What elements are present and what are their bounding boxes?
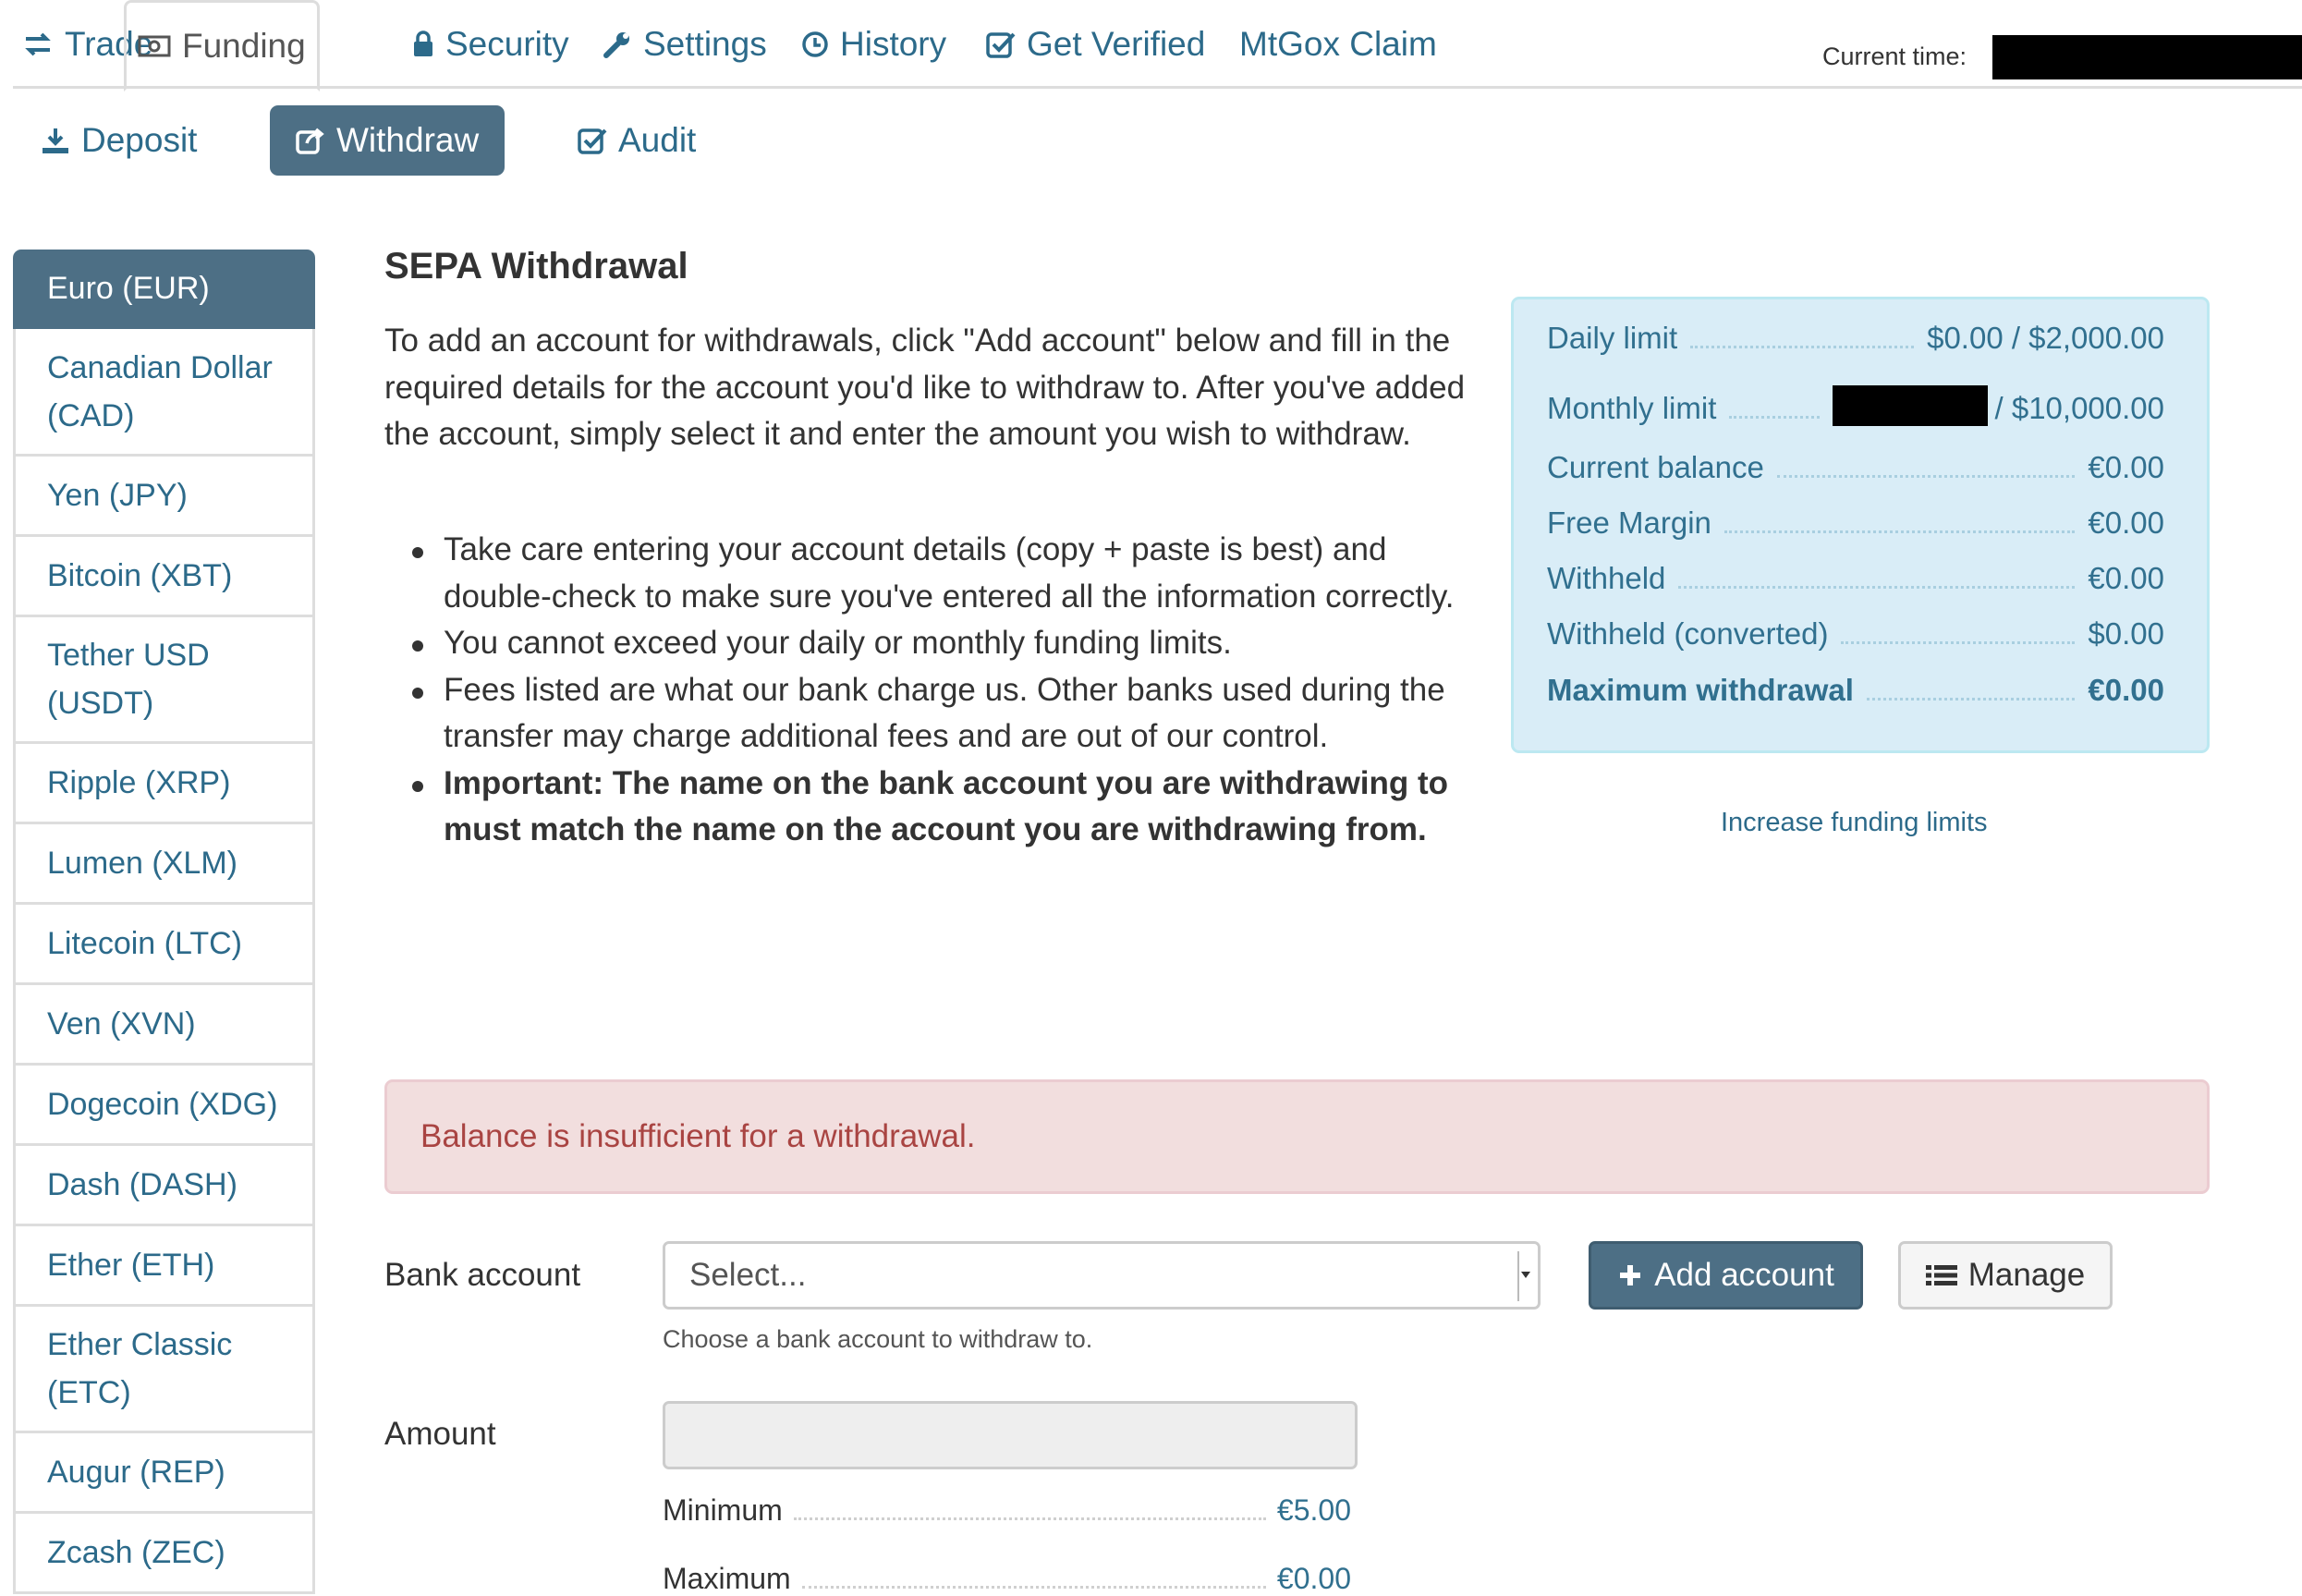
alert-text: Balance is insufficient for a withdrawal…	[420, 1118, 976, 1154]
currency-item-xvn[interactable]: Ven (XVN)	[13, 985, 315, 1066]
tab-get-verified[interactable]: Get Verified	[986, 0, 1205, 89]
clock-icon	[801, 30, 829, 58]
free-margin-row: Free Margin €0.00	[1547, 506, 2164, 540]
insufficient-balance-alert: Balance is insufficient for a withdrawal…	[384, 1079, 2210, 1194]
manage-button[interactable]: Manage	[1898, 1241, 2113, 1310]
check-square-icon	[986, 30, 1016, 58]
page-title: SEPA Withdrawal	[384, 246, 688, 286]
tab-label: Security	[445, 25, 569, 63]
currency-item-dash[interactable]: Dash (DASH)	[13, 1146, 315, 1226]
subnav-label: Audit	[618, 121, 697, 159]
money-icon	[138, 34, 171, 58]
withheld-row: Withheld €0.00	[1547, 561, 2164, 595]
redacted-current-time	[1992, 35, 2302, 79]
list-item: Take care entering your account details …	[412, 527, 1484, 620]
tab-label: MtGox Claim	[1239, 25, 1437, 63]
add-account-button[interactable]: Add account	[1589, 1241, 1863, 1310]
tab-label: Funding	[182, 26, 306, 65]
share-icon	[296, 127, 325, 154]
currency-item-zec[interactable]: Zcash (ZEC)	[13, 1514, 315, 1594]
list-item: Fees listed are what our bank charge us.…	[412, 667, 1484, 761]
increase-funding-limits-link[interactable]: Increase funding limits	[1721, 808, 1988, 838]
lock-icon	[412, 30, 434, 58]
funding-limits-panel: Daily limit $0.00 / $2,000.00 Monthly li…	[1511, 297, 2210, 753]
redacted-monthly-usage	[1832, 385, 1988, 426]
currency-item-xlm[interactable]: Lumen (XLM)	[13, 824, 315, 905]
tab-mtgox-claim[interactable]: MtGox Claim	[1239, 0, 1437, 89]
currency-item-usdt[interactable]: Tether USD (USDT)	[13, 617, 315, 744]
tab-settings[interactable]: Settings	[603, 0, 767, 89]
currency-item-xbt[interactable]: Bitcoin (XBT)	[13, 537, 315, 617]
currency-item-jpy[interactable]: Yen (JPY)	[13, 457, 315, 537]
currency-item-xrp[interactable]: Ripple (XRP)	[13, 744, 315, 824]
instructions-list: Take care entering your account details …	[412, 527, 1484, 854]
tab-label: History	[840, 25, 947, 63]
current-balance-row: Current balance €0.00	[1547, 450, 2164, 484]
exchange-icon	[22, 30, 54, 58]
important-notice: Important: The name on the bank account …	[412, 761, 1484, 854]
currency-item-eur[interactable]: Euro (EUR)	[13, 250, 315, 329]
chevron-down-icon	[1517, 1251, 1530, 1301]
subnav-audit[interactable]: Audit	[578, 105, 696, 176]
currency-sidebar: Euro (EUR) Canadian Dollar (CAD) Yen (JP…	[13, 250, 315, 1596]
bank-account-help-text: Choose a bank account to withdraw to.	[663, 1325, 1093, 1353]
currency-item-rep[interactable]: Augur (REP)	[13, 1433, 315, 1514]
check-square-icon	[578, 127, 607, 154]
bank-account-label: Bank account	[384, 1257, 581, 1293]
monthly-limit-row: Monthly limit / $10,000.00	[1547, 385, 2164, 426]
list-item: You cannot exceed your daily or monthly …	[412, 620, 1484, 667]
maximum-withdrawal-row: Maximum withdrawal €0.00	[1547, 673, 2164, 707]
currency-item-cad[interactable]: Canadian Dollar (CAD)	[13, 329, 315, 457]
top-navigation: Trade Funding Security Settings History …	[13, 0, 2302, 91]
currency-item-eth[interactable]: Ether (ETH)	[13, 1226, 315, 1307]
bank-account-select[interactable]: Select...	[663, 1241, 1541, 1310]
currency-item-xdg[interactable]: Dogecoin (XDG)	[13, 1066, 315, 1146]
subnav-withdraw[interactable]: Withdraw	[270, 105, 505, 176]
download-icon	[41, 126, 70, 155]
tab-security[interactable]: Security	[412, 0, 569, 89]
maximum-row: Maximum €0.00	[663, 1562, 1351, 1595]
currency-item-ltc[interactable]: Litecoin (LTC)	[13, 905, 315, 985]
plus-icon	[1617, 1262, 1643, 1288]
subnav-label: Withdraw	[336, 121, 480, 159]
list-icon	[1925, 1262, 1957, 1288]
tab-funding[interactable]: Funding	[124, 0, 320, 91]
daily-limit-row: Daily limit $0.00 / $2,000.00	[1547, 321, 2164, 355]
tab-label: Get Verified	[1027, 25, 1206, 63]
select-value: Select...	[689, 1257, 807, 1293]
minimum-row: Minimum €5.00	[663, 1493, 1351, 1527]
intro-paragraph: To add an account for withdrawals, click…	[384, 323, 1466, 452]
current-time-label: Current time:	[1822, 43, 1967, 70]
subnav-deposit[interactable]: Deposit	[41, 105, 197, 176]
currency-item-etc[interactable]: Ether Classic (ETC)	[13, 1307, 315, 1433]
wrench-icon	[603, 30, 632, 59]
amount-label: Amount	[384, 1416, 496, 1452]
tab-label: Settings	[643, 25, 767, 63]
amount-input[interactable]	[663, 1401, 1358, 1469]
tab-history[interactable]: History	[801, 0, 946, 89]
subnav-label: Deposit	[81, 121, 198, 159]
withheld-converted-row: Withheld (converted) $0.00	[1547, 616, 2164, 651]
